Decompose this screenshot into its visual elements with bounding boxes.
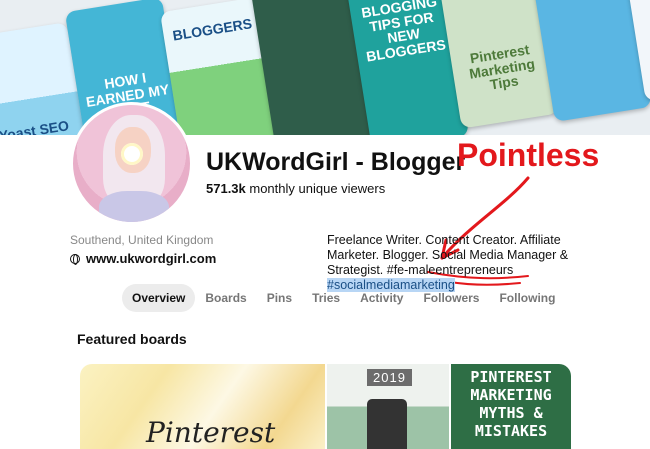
- bio-text: Freelance Writer. Content Creator. Affil…: [327, 233, 569, 277]
- website-link[interactable]: www.ukwordgirl.com: [86, 251, 216, 266]
- profile-website[interactable]: www.ukwordgirl.com: [70, 251, 216, 266]
- tab-followers[interactable]: Followers: [413, 284, 489, 312]
- featured-boards-heading: Featured boards: [77, 331, 187, 347]
- board-year-label: 2019: [367, 369, 412, 386]
- tab-following[interactable]: Following: [489, 284, 565, 312]
- tab-overview[interactable]: Overview: [122, 284, 196, 312]
- tab-activity[interactable]: Activity: [350, 284, 413, 312]
- tab-pins[interactable]: Pins: [257, 284, 302, 312]
- featured-board-pinterest[interactable]: Pinterest: [80, 364, 325, 449]
- tab-tries[interactable]: Tries: [302, 284, 350, 312]
- featured-board-2019[interactable]: 2019: [327, 364, 449, 449]
- tab-boards[interactable]: Boards: [195, 284, 256, 312]
- board-title: Pinterest: [146, 416, 276, 449]
- globe-icon: [70, 253, 80, 265]
- board-title: PINTEREST MARKETING MYTHS & MISTAKES: [470, 368, 552, 440]
- profile-location: Southend, United Kingdom: [70, 233, 214, 247]
- featured-board-marketing-myths[interactable]: PINTEREST MARKETING MYTHS & MISTAKES: [451, 364, 571, 449]
- profile-tabs: Overview Boards Pins Tries Activity Foll…: [122, 284, 565, 312]
- phone-image: [367, 399, 407, 449]
